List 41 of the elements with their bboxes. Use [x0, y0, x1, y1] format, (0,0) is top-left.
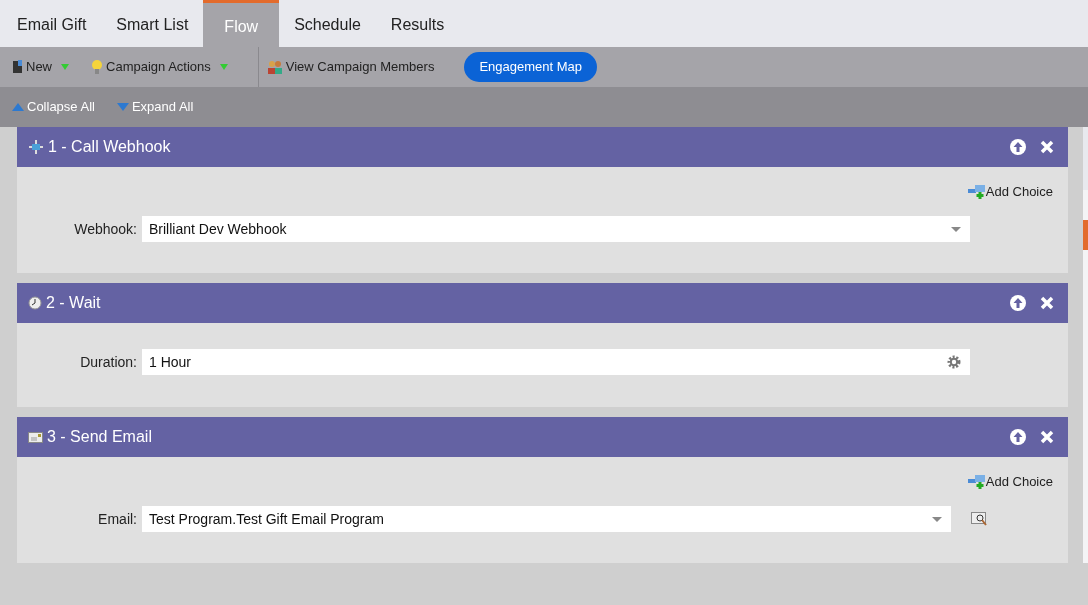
- close-icon[interactable]: [1040, 140, 1054, 154]
- triangle-down-icon: [116, 103, 129, 111]
- triangle-up-icon: [12, 103, 24, 111]
- close-icon[interactable]: [1040, 296, 1054, 310]
- field-label: Email:: [97, 509, 138, 529]
- add-choice-button[interactable]: Add Choice: [967, 182, 1053, 202]
- tab[interactable]: Smart List: [101, 0, 204, 47]
- close-icon[interactable]: [1040, 430, 1054, 444]
- dropdown-field[interactable]: Brilliant Dev Webhook: [142, 216, 970, 242]
- engagement-map-button[interactable]: Engagement Map: [464, 52, 598, 82]
- move-up-icon[interactable]: [1010, 139, 1026, 155]
- field-label: Duration:: [79, 352, 138, 372]
- dropdown-field[interactable]: Test Program.Test Gift Email Program: [142, 506, 951, 532]
- network-icon: [28, 139, 44, 155]
- clock-icon: [28, 296, 42, 310]
- field-label: Webhook:: [73, 219, 138, 239]
- step-title: 1 - Call Webhook: [48, 137, 172, 157]
- people-icon: [266, 59, 283, 75]
- add-choice-button[interactable]: Add Choice: [967, 472, 1053, 492]
- dropdown-caret-icon: [932, 516, 942, 522]
- book-icon: [12, 60, 23, 74]
- step-title: 2 - Wait: [46, 293, 102, 313]
- tab[interactable]: Results: [375, 0, 460, 47]
- menu-button[interactable]: Campaign Actions: [91, 52, 228, 82]
- toolbar-button[interactable]: View Campaign Members: [266, 52, 435, 82]
- menu-button[interactable]: New: [12, 52, 69, 82]
- add-choice-icon: [967, 185, 986, 199]
- step-title: 3 - Send Email: [47, 427, 153, 447]
- tab[interactable]: Email Gift: [2, 0, 102, 47]
- add-choice-icon: [967, 475, 986, 489]
- envelope-icon: [28, 431, 43, 443]
- caret-icon: [219, 64, 228, 70]
- settings-icon[interactable]: [947, 355, 961, 369]
- input-field[interactable]: 1 Hour: [142, 349, 970, 375]
- move-up-icon[interactable]: [1010, 429, 1026, 445]
- move-up-icon[interactable]: [1010, 295, 1026, 311]
- lightbulb-icon: [91, 59, 103, 75]
- magnifier-icon[interactable]: [971, 512, 988, 526]
- tab[interactable]: Schedule: [279, 0, 376, 47]
- dropdown-caret-icon: [951, 226, 961, 232]
- caret-icon: [61, 64, 69, 70]
